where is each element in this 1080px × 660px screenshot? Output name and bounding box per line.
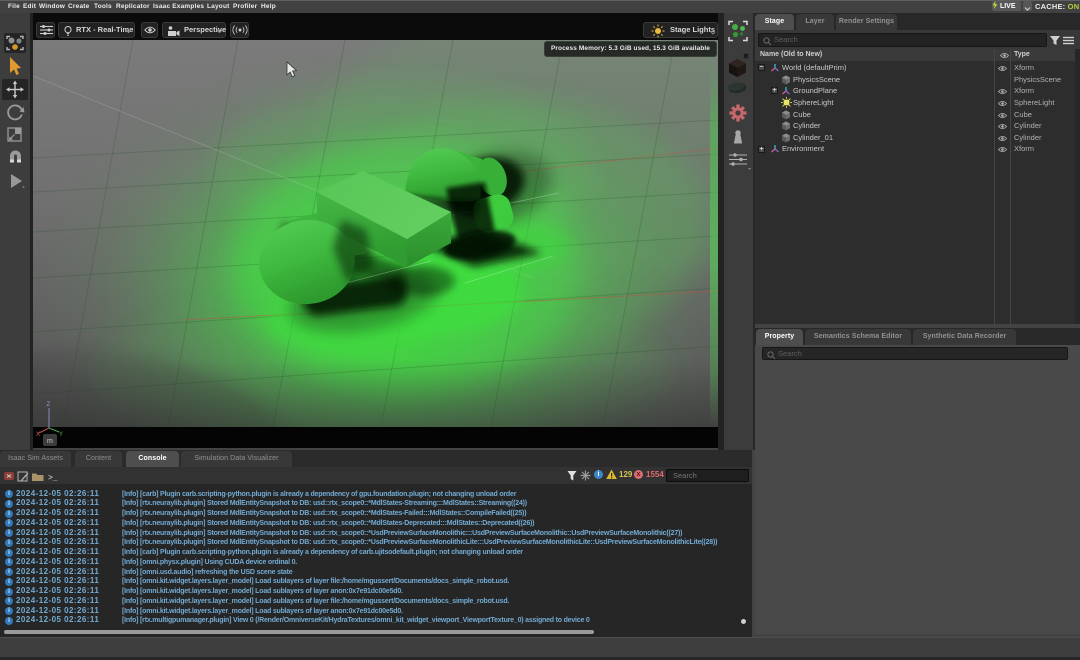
svg-text:>_: >_: [48, 474, 58, 482]
svg-text:Y: Y: [59, 432, 63, 438]
svg-text:m: m: [47, 438, 53, 445]
svg-text:Z: Z: [47, 402, 51, 408]
svg-text:X: X: [36, 432, 40, 438]
